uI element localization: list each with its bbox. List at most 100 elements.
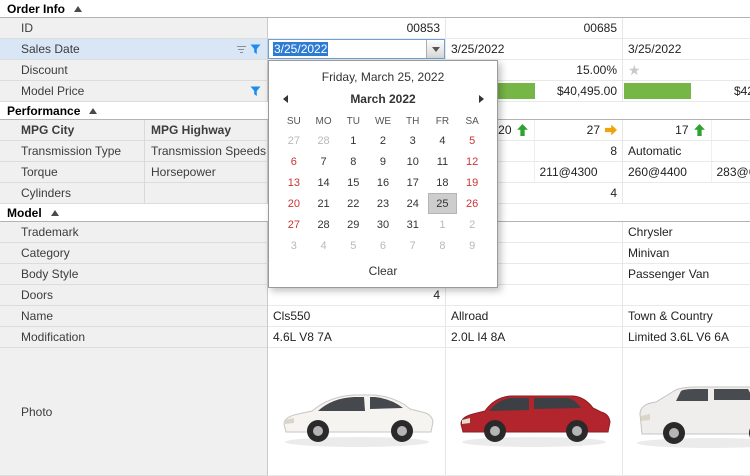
row-header-modification[interactable]: Modification [0,327,268,348]
calendar-prev-month-button[interactable] [279,95,291,103]
dropdown-button[interactable] [426,40,444,58]
calendar-day[interactable]: 11 [428,151,458,172]
cell-doors-col3[interactable] [622,285,750,306]
cell-modification-col3[interactable]: Limited 3.6L V6 6A [622,327,750,348]
cell-name-col2[interactable]: Allroad [445,306,622,327]
calendar-day[interactable]: 28 [309,214,339,235]
sales-date-editor[interactable]: 3/25/2022 [268,39,445,59]
calendar-day[interactable]: 27 [279,214,309,235]
cell-sales-date-col2[interactable]: 3/25/2022 [445,39,622,60]
calendar-day[interactable]: 29 [338,214,368,235]
cell-sales-date-col3[interactable]: 3/25/2022 [622,39,750,60]
cell-id-col2[interactable]: 00685 [445,18,622,39]
calendar-day[interactable]: 20 [279,193,309,214]
calendar-day[interactable]: 24 [398,193,428,214]
cell-cylinders-col3[interactable] [622,183,750,204]
calendar-day[interactable]: 2 [457,214,487,235]
calendar-day[interactable]: 6 [279,151,309,172]
row-header-mpg-highway[interactable]: MPG Highway [145,120,268,141]
cell-name-col1[interactable]: Cls550 [268,306,445,327]
calendar-day-selected[interactable]: 25 [428,193,458,214]
row-header-body-style[interactable]: Body Style [0,264,268,285]
calendar-day[interactable]: 8 [338,151,368,172]
calendar-day[interactable]: 3 [398,130,428,151]
calendar-day[interactable]: 1 [428,214,458,235]
cell-category-col3[interactable]: Minivan [622,243,750,264]
cell-model-price-col3[interactable]: $42,495.00 [622,81,750,102]
cell-name-col3[interactable]: Town & Country [622,306,750,327]
calendar-day[interactable]: 21 [309,193,339,214]
row-header-mpg-city[interactable]: MPG City [0,120,145,141]
calendar-day[interactable]: 9 [368,151,398,172]
cell-photo-col2[interactable] [445,348,622,476]
cell-id-col1[interactable]: 00853 [268,18,445,39]
calendar-day[interactable]: 31 [398,214,428,235]
cell-discount-col3[interactable]: ★ [622,60,750,81]
calendar-day[interactable]: 16 [368,172,398,193]
row-header-doors[interactable]: Doors [0,285,268,306]
calendar-day[interactable]: 30 [368,214,398,235]
calendar-day[interactable]: 2 [368,130,398,151]
calendar-day[interactable]: 13 [279,172,309,193]
calendar-day[interactable]: 27 [279,130,309,151]
row-header-sales-date[interactable]: Sales Date [0,39,268,60]
calendar-day[interactable]: 6 [368,235,398,256]
calendar-day[interactable]: 12 [457,151,487,172]
cell-photo-col3[interactable] [622,348,750,476]
calendar-day[interactable]: 23 [368,193,398,214]
cell-trademark-col3[interactable]: Chrysler [622,222,750,243]
calendar-title: Friday, March 25, 2022 [269,61,497,88]
row-header-horsepower[interactable]: Horsepower [145,162,268,183]
row-header-photo[interactable]: Photo [0,348,268,476]
cell-photo-col1[interactable] [268,348,445,476]
calendar-weekday-label: WE [368,112,398,130]
filter-funnel-icon[interactable] [250,44,261,55]
calendar-next-month-button[interactable] [475,95,487,103]
row-header-trademark[interactable]: Trademark [0,222,268,243]
calendar-day[interactable]: 18 [428,172,458,193]
cell-modification-col1[interactable]: 4.6L V8 7A [268,327,445,348]
calendar-day[interactable]: 14 [309,172,339,193]
calendar-day[interactable]: 4 [309,235,339,256]
cell-modification-col2[interactable]: 2.0L I4 8A [445,327,622,348]
row-header-discount[interactable]: Discount [0,60,268,81]
calendar-day[interactable]: 5 [457,130,487,151]
calendar-day[interactable]: 4 [428,130,458,151]
calendar-day[interactable]: 26 [457,193,487,214]
calendar-day[interactable]: 1 [338,130,368,151]
calendar-day[interactable]: 17 [398,172,428,193]
calendar-day[interactable]: 7 [398,235,428,256]
cell-body-style-col3[interactable]: Passenger Van [622,264,750,285]
calendar-day[interactable]: 28 [309,130,339,151]
row-header-transmission-speeds[interactable]: Transmission Speeds [145,141,268,162]
calendar-day[interactable]: 7 [309,151,339,172]
cell-doors-col2[interactable] [445,285,622,306]
calendar-day[interactable]: 9 [457,235,487,256]
car-photo-cls550 [272,372,442,452]
row-header-category[interactable]: Category [0,243,268,264]
filter-menu-icon[interactable] [236,46,246,53]
cell-id-col3[interactable] [622,18,750,39]
calendar-clear-button[interactable]: Clear [269,256,497,287]
calendar-day[interactable]: 5 [338,235,368,256]
trend-up-icon [694,124,706,136]
group-header-order-info[interactable]: Order Info [0,0,750,18]
filter-funnel-icon[interactable] [250,86,261,97]
cell-mpg-col3[interactable]: 17 [622,120,750,141]
calendar-day[interactable]: 22 [338,193,368,214]
cell-doors-col1[interactable]: 4 [268,285,445,306]
calendar-day[interactable]: 10 [398,151,428,172]
cell-torque-col3[interactable]: 260@4400 283@6400 [622,162,750,183]
row-header-cylinders[interactable]: Cylinders [0,183,145,204]
row-header-id[interactable]: ID [0,18,268,39]
cell-transmission-col3[interactable]: Automatic [622,141,750,162]
row-header-model-price[interactable]: Model Price [0,81,268,102]
calendar-day[interactable]: 3 [279,235,309,256]
calendar-day[interactable]: 19 [457,172,487,193]
calendar-day[interactable]: 8 [428,235,458,256]
row-header-transmission-type[interactable]: Transmission Type [0,141,145,162]
calendar-weekday-label: SA [457,112,487,130]
row-header-torque[interactable]: Torque [0,162,145,183]
calendar-day[interactable]: 15 [338,172,368,193]
row-header-name[interactable]: Name [0,306,268,327]
